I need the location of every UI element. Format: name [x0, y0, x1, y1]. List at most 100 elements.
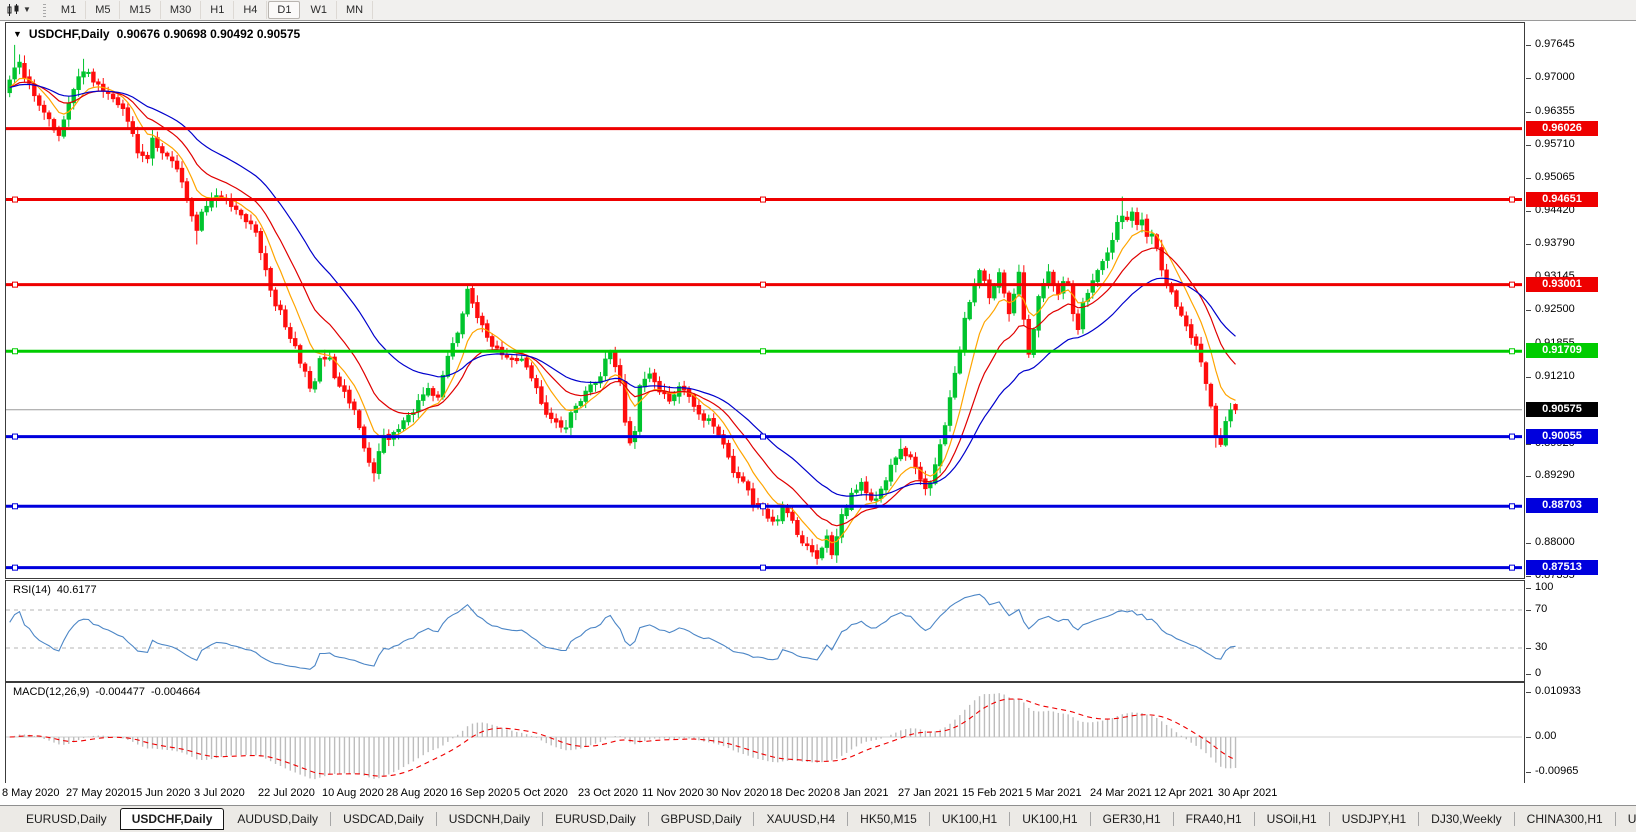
macd-axis-label: 0.00: [1535, 730, 1557, 742]
price-tick-label: 0.92500: [1535, 303, 1575, 315]
timeframe-button-h1[interactable]: H1: [201, 1, 235, 19]
rsi-chart: [6, 593, 1522, 670]
line-handle[interactable]: [1509, 564, 1515, 571]
date-tick-label: 22 Jul 2020: [258, 787, 315, 799]
line-handle[interactable]: [760, 281, 766, 288]
date-tick-label: 11 Nov 2020: [642, 787, 704, 799]
date-tick-label: 5 Oct 2020: [514, 787, 568, 799]
timeframe-button-m30[interactable]: M30: [161, 1, 202, 19]
line-handle[interactable]: [12, 348, 18, 355]
hline-0.90055[interactable]: [6, 433, 1522, 440]
rsi-axis-label: 70: [1535, 603, 1548, 615]
date-tick-label: 15 Feb 2021: [962, 787, 1024, 799]
triangle-down-icon[interactable]: ▼: [13, 29, 22, 39]
line-handle[interactable]: [12, 503, 18, 510]
tab-xauusd-h4[interactable]: XAUUSD,H4: [754, 808, 847, 830]
toolbar-grip[interactable]: [42, 3, 46, 17]
hline-price-label: 0.88703: [1526, 498, 1598, 513]
tab-usdchf-daily[interactable]: USDCHF,Daily: [119, 808, 225, 830]
tab-uk100-h1[interactable]: UK100,H1: [930, 808, 1009, 830]
price-tick-mark: [1526, 310, 1531, 311]
tab-dj30-weekly[interactable]: DJ30,Weekly: [1419, 808, 1513, 830]
tab-ger30-h1[interactable]: GER30,H1: [1091, 808, 1173, 830]
hline-price-label: 0.91709: [1526, 343, 1598, 358]
timeframe-button-h4[interactable]: H4: [234, 1, 268, 19]
tab-hk50-m15[interactable]: HK50,M15: [848, 808, 929, 830]
macd-chart: [6, 693, 1522, 780]
hline-0.88703[interactable]: [6, 503, 1522, 510]
candlestick-layer: [7, 44, 1238, 565]
line-handle[interactable]: [1509, 348, 1515, 355]
price-tick-label: 0.93790: [1535, 237, 1575, 249]
line-handle[interactable]: [1509, 281, 1515, 288]
hline-price-label: 0.93001: [1526, 277, 1598, 292]
timeframe-toolbar: ▼ M1 M5 M15 M30 H1 H4 D1 W1 MN: [0, 0, 1636, 21]
rsi-tick-mark: [1526, 588, 1531, 589]
tab-usoil-h1[interactable]: USOil,H1: [1255, 808, 1329, 830]
tab-uk100-h1[interactable]: UK100,H1: [1010, 808, 1089, 830]
price-tick-mark: [1526, 576, 1531, 577]
line-handle[interactable]: [12, 433, 18, 440]
chart-tabs: EURUSD,Daily USDCHF,Daily AUDUSD,Daily USDC…: [14, 808, 1636, 830]
line-handle[interactable]: [760, 564, 766, 571]
timeframe-buttons: M1 M5 M15 M30 H1 H4 D1 W1 MN: [52, 0, 374, 20]
tab-usdjpy-h1[interactable]: USDJPY,H1: [1330, 808, 1418, 830]
hline-0.91709[interactable]: [6, 348, 1522, 355]
mt4-terminal: ▼ M1 M5 M15 M30 H1 H4 D1 W1 MN ▼ USDCHF,Daily 0.…: [0, 0, 1636, 832]
line-handle[interactable]: [1509, 433, 1515, 440]
rsi-indicator-pane[interactable]: RSI(14) 40.6177: [5, 580, 1525, 682]
line-handle[interactable]: [1509, 196, 1515, 203]
line-handle[interactable]: [12, 196, 18, 203]
tab-gbpusd-daily[interactable]: GBPUSD,Daily: [649, 808, 754, 830]
timeframe-button-m15[interactable]: M15: [120, 1, 161, 19]
date-tick-label: 30 Nov 2020: [706, 787, 769, 799]
line-handle[interactable]: [760, 503, 766, 510]
timeframe-button-d1[interactable]: D1: [268, 1, 301, 19]
main-chart-pane[interactable]: ▼ USDCHF,Daily 0.90676 0.90698 0.90492 0…: [5, 22, 1525, 579]
price-tick-mark: [1526, 444, 1531, 445]
rsi-tick-mark: [1526, 648, 1531, 649]
high-value: 0.90698: [163, 27, 207, 41]
timeframe-button-mn[interactable]: MN: [337, 1, 374, 19]
rsi-axis-label: 100: [1535, 581, 1554, 593]
tab-china300-h1[interactable]: CHINA300,H1: [1515, 808, 1615, 830]
tab-eurusd-daily[interactable]: EURUSD,Daily: [543, 808, 648, 830]
timeframe-button-m1[interactable]: M1: [52, 1, 87, 19]
chart-type-selector[interactable]: ▼: [0, 3, 37, 17]
price-tick-mark: [1526, 145, 1531, 146]
date-tick-label: 15 Jun 2020: [130, 787, 191, 799]
macd-signal-line: [9, 698, 1236, 777]
price-axis[interactable]: 0.97645 0.97000 0.96355 0.95710 0.95065 0.944…: [1526, 22, 1636, 782]
open-value: 0.90676: [116, 27, 160, 41]
macd-tick-mark: [1526, 692, 1531, 693]
rsi-tick-mark: [1526, 674, 1531, 675]
macd-indicator-pane[interactable]: MACD(12,26,9) -0.004477 -0.004664: [5, 682, 1525, 784]
tab-audusd-daily[interactable]: AUDUSD,Daily: [225, 808, 330, 830]
hline-0.87513[interactable]: [6, 564, 1522, 571]
line-handle[interactable]: [760, 433, 766, 440]
chart-symbol-period: USDCHF,Daily: [28, 27, 110, 41]
timeframe-button-m5[interactable]: M5: [86, 1, 121, 19]
hline-0.93001[interactable]: [6, 281, 1522, 288]
tab-usdcad-daily[interactable]: USDCAD,Daily: [331, 808, 436, 830]
line-handle[interactable]: [12, 564, 18, 571]
line-handle[interactable]: [760, 348, 766, 355]
line-handle[interactable]: [12, 281, 18, 288]
tab-usdcnh-daily[interactable]: USDCNH,Daily: [437, 808, 542, 830]
tab-fra40-h1[interactable]: FRA40,H1: [1174, 808, 1254, 830]
rsi-value: 40.6177: [56, 584, 97, 596]
timeframe-button-w1[interactable]: W1: [301, 1, 337, 19]
date-tick-label: 27 Jan 2021: [898, 787, 959, 799]
macd-name: MACD(12,26,9): [13, 686, 90, 698]
rsi-label: RSI(14) 40.6177: [13, 584, 97, 596]
macd-signal-value: -0.004664: [150, 686, 201, 698]
date-axis[interactable]: 8 May 2020 27 May 2020 15 Jun 2020 3 Jul 20…: [0, 783, 1636, 805]
line-handle[interactable]: [760, 196, 766, 203]
price-tick-label: 0.97645: [1535, 38, 1575, 50]
moving-average-17: [9, 81, 1236, 527]
line-handle[interactable]: [1509, 503, 1515, 510]
price-tick-label: 0.89290: [1535, 469, 1575, 481]
tab-eurusd-daily[interactable]: EURUSD,Daily: [14, 808, 119, 830]
date-tick-label: 28 Aug 2020: [386, 787, 448, 799]
tab-usc[interactable]: USC: [1616, 808, 1636, 830]
